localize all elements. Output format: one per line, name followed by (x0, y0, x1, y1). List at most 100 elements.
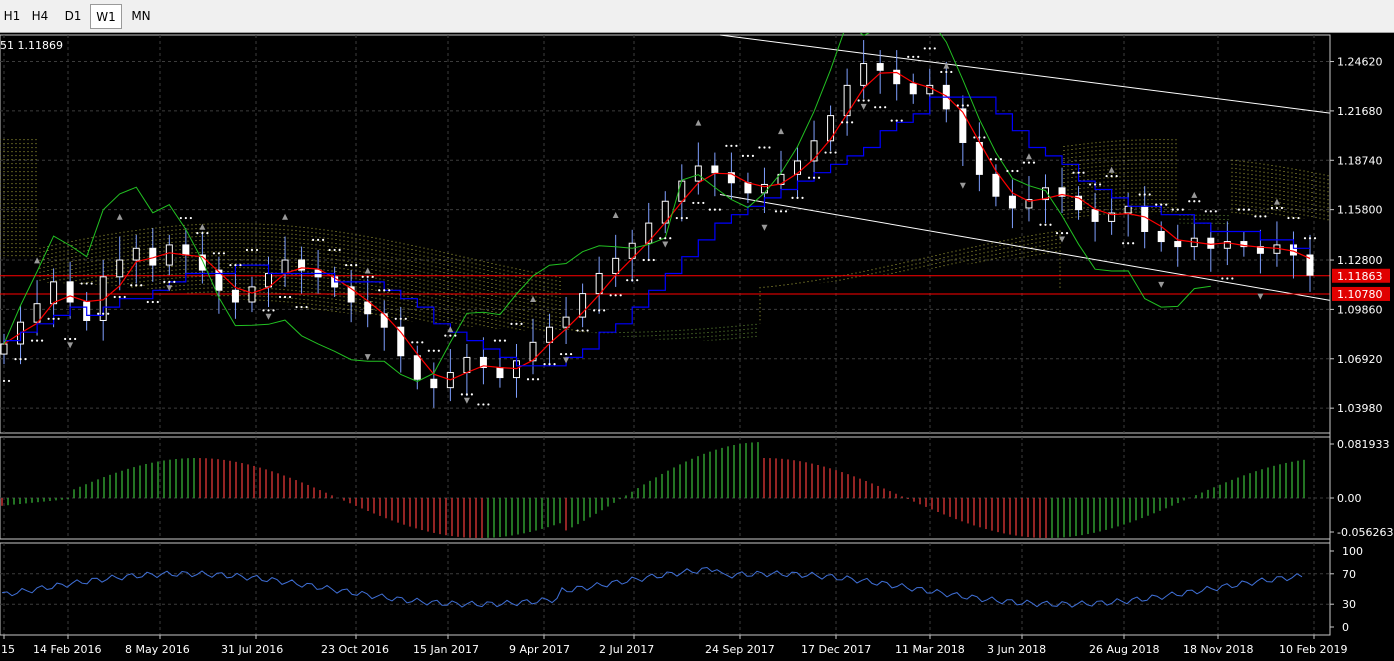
parabolic-sar-dot (333, 248, 336, 252)
parabolic-sar-dot (411, 341, 414, 344)
parabolic-sar-dot (725, 144, 728, 147)
candle-body (827, 115, 835, 142)
parabolic-sar-dot (345, 263, 348, 267)
candle-body (132, 247, 140, 261)
parabolic-sar-dot (361, 275, 364, 278)
time-tick-label: 31 Jul 2016 (221, 643, 283, 656)
parabolic-sar-dot (156, 300, 159, 304)
parabolic-sar-dot (1259, 215, 1262, 218)
parabolic-sar-dot (1237, 208, 1240, 211)
parabolic-sar-dot (829, 151, 832, 154)
parabolic-sar-dot (30, 339, 34, 342)
candle-body (0, 343, 8, 355)
parabolic-sar-dot (1275, 206, 1279, 210)
parabolic-sar-dot (179, 216, 182, 220)
parabolic-sar-dot (536, 378, 540, 381)
parabolic-sar-dot (14, 358, 17, 361)
parabolic-sar-dot (69, 337, 72, 341)
parabolic-sar-dot (1011, 169, 1014, 173)
parabolic-sar-dot (57, 317, 60, 320)
parabolic-sar-dot (1148, 193, 1151, 196)
parabolic-sar-dot (890, 119, 893, 122)
parabolic-sar-dot (295, 305, 298, 309)
parabolic-sar-dot (603, 309, 606, 312)
parabolic-sar-dot (907, 55, 910, 58)
parabolic-sar-dot (1242, 208, 1245, 211)
parabolic-sar-dot (444, 334, 447, 337)
chart-area[interactable]: 1.24620 1.21680 1.18740 1.15800 1.12800 1.098… (0, 33, 1394, 661)
time-tick-label: 2 Jul 2017 (599, 643, 654, 656)
parabolic-sar-dot (636, 279, 639, 282)
time-tick-label: 15 (1, 643, 15, 656)
time-tick-label: 8 May 2016 (125, 643, 190, 656)
parabolic-sar-dot (950, 70, 953, 74)
channel-upper-line (719, 34, 1331, 114)
parabolic-sar-dot (24, 358, 27, 361)
time-tick-label: 14 Feb 2016 (33, 643, 101, 656)
fractal-up-arrow (1191, 191, 1198, 198)
fractal-up-arrow (1273, 198, 1280, 205)
timeframe-w1-button[interactable]: W1 (90, 4, 122, 29)
fractal-down-arrow (463, 397, 470, 404)
parabolic-sar-dot (229, 263, 232, 267)
parabolic-sar-dot (961, 104, 964, 107)
candle-body (711, 165, 719, 174)
parabolic-sar-dot (1088, 183, 1092, 186)
timeframe-d1-button[interactable]: D1 (58, 4, 88, 29)
parabolic-sar-dot (322, 238, 325, 241)
parabolic-sar-dot (1044, 223, 1047, 226)
parabolic-sar-dot (1209, 210, 1212, 213)
parabolic-sar-dot (1072, 171, 1075, 174)
parabolic-sar-dot (64, 337, 67, 341)
candle-body (1207, 237, 1215, 249)
parabolic-sar-dot (113, 295, 116, 299)
parabolic-sar-dot (416, 341, 419, 344)
price-tick-label: 1.21680 (1337, 105, 1383, 118)
parabolic-sar-dot (917, 55, 920, 58)
parabolic-sar-dot (973, 136, 976, 139)
price-tick-label: 1.15800 (1337, 204, 1383, 217)
timeframe-h1-button[interactable]: H1 (0, 4, 24, 29)
parabolic-sar-dot (817, 176, 821, 179)
parabolic-sar-dot (851, 121, 854, 124)
parabolic-sar-dot (609, 294, 612, 297)
parabolic-sar-dot (1303, 237, 1307, 240)
parabolic-sar-dot (1138, 193, 1141, 196)
fractal-down-arrow (265, 313, 272, 320)
parabolic-sar-dot (80, 282, 83, 285)
parabolic-sar-dot (498, 339, 502, 342)
parabolic-sar-dot (52, 317, 55, 320)
candle-body (975, 141, 983, 175)
candle-body (694, 165, 702, 182)
time-tick-label: 17 Dec 2017 (801, 643, 871, 656)
parabolic-sar-dot (1287, 216, 1290, 220)
parabolic-sar-dot (482, 403, 485, 406)
timeframe-mn-button[interactable]: MN (124, 4, 158, 29)
parabolic-sar-dot (107, 312, 110, 315)
timeframe-h4-button[interactable]: H4 (24, 4, 56, 29)
candle-body (165, 244, 173, 266)
parabolic-sar-dot (652, 258, 655, 262)
parabolic-sar-dot (791, 196, 794, 199)
parabolic-sar-dot (593, 309, 596, 312)
parabolic-sar-dot (47, 317, 50, 320)
candle-body (744, 182, 752, 194)
level-price-tag: 1.10780 (1337, 288, 1383, 301)
parabolic-sar-dot (173, 280, 176, 283)
parabolic-sar-dot (685, 216, 688, 220)
parabolic-sar-dot (553, 363, 556, 366)
fractal-down-arrow (761, 224, 768, 231)
parabolic-sar-dot (146, 300, 149, 304)
fractal-up-arrow (777, 128, 784, 135)
parabolic-sar-dot (1193, 200, 1196, 203)
parabolic-sar-dot (196, 232, 199, 235)
parabolic-sar-dot (477, 403, 480, 406)
parabolic-sar-dot (923, 47, 926, 50)
parabolic-sar-dot (1093, 183, 1097, 186)
candle-body (281, 259, 289, 274)
candle-body (612, 257, 620, 274)
parabolic-sar-dot (702, 201, 705, 205)
fractal-up-arrow (612, 212, 619, 219)
parabolic-sar-dot (421, 341, 424, 344)
parabolic-sar-dot (1308, 237, 1312, 240)
